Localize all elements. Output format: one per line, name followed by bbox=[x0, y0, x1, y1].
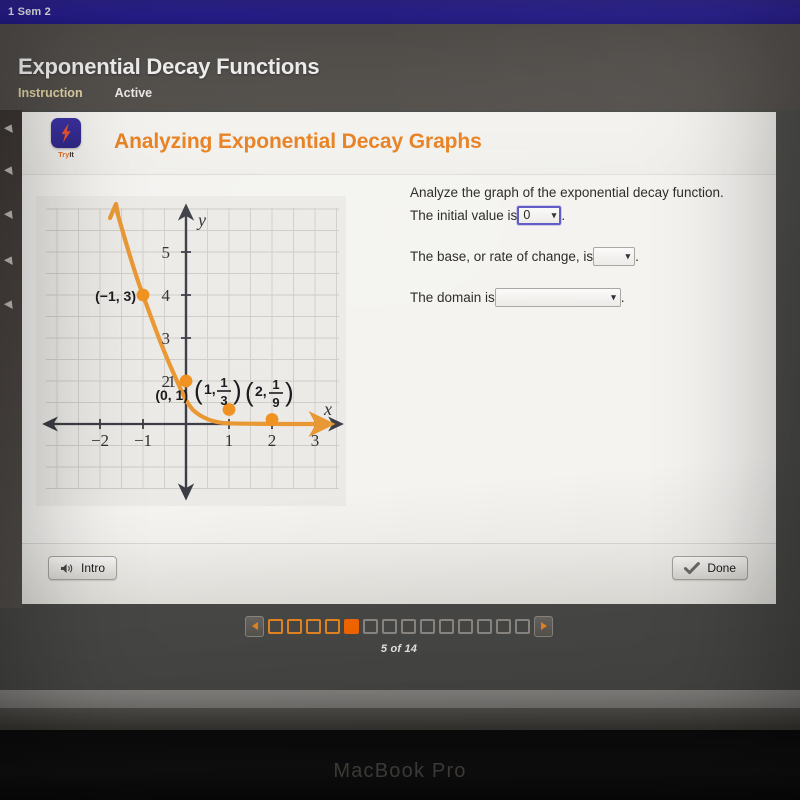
page-header: Exponential Decay Functions Instruction … bbox=[0, 24, 800, 110]
question-panel: Analyze the graph of the exponential dec… bbox=[410, 184, 760, 311]
triangle-right-icon bbox=[540, 622, 547, 630]
y-tick-label: 5 bbox=[162, 243, 171, 262]
pager-step-12[interactable] bbox=[477, 618, 492, 634]
pager-step-2[interactable] bbox=[287, 618, 302, 634]
chevron-down-icon: ▾ bbox=[625, 251, 631, 262]
domain-label: The domain is bbox=[410, 289, 495, 305]
svg-text:2,: 2, bbox=[255, 383, 267, 399]
laptop-bezel-edge bbox=[0, 690, 800, 708]
pager-count-label: 5 of 14 bbox=[380, 642, 418, 655]
try-it-word-it: It bbox=[69, 150, 74, 159]
initial-value-period: . bbox=[561, 207, 566, 223]
exponential-decay-graph: 5 4 3 2 1 1 −2 −1 1 2 3 bbox=[36, 196, 346, 506]
data-point bbox=[265, 413, 279, 426]
svg-text:1,: 1, bbox=[204, 381, 216, 397]
sidebar-arrow-icon bbox=[3, 122, 17, 133]
initial-value-selected: 0 bbox=[523, 208, 531, 223]
question-initial-value: The initial value is 0 ▾ . bbox=[410, 206, 760, 226]
data-point bbox=[136, 288, 150, 302]
header-tabs: Instruction Active bbox=[18, 86, 152, 100]
initial-value-label: The initial value is bbox=[410, 207, 518, 223]
checkmark-icon bbox=[684, 561, 701, 575]
device-brand-label: MacBook Pro bbox=[333, 760, 467, 782]
x-tick-label: −2 bbox=[91, 431, 109, 450]
base-dropdown[interactable]: ▾ bbox=[593, 247, 636, 267]
domain-dropdown[interactable]: ▾ bbox=[494, 288, 621, 308]
svg-text:): ) bbox=[285, 377, 294, 407]
pager-step-9[interactable] bbox=[420, 618, 435, 634]
pager-step-14[interactable] bbox=[515, 618, 530, 634]
intro-button[interactable]: Intro bbox=[48, 556, 118, 580]
pager-step-10[interactable] bbox=[439, 618, 454, 634]
pager-next-button[interactable] bbox=[534, 615, 553, 637]
intro-button-label: Intro bbox=[81, 561, 106, 575]
card-header: TryIt Analyzing Exponential Decay Graphs bbox=[22, 112, 776, 175]
pager-step-11[interactable] bbox=[458, 618, 473, 634]
y-tick-label: 4 bbox=[162, 286, 171, 305]
photograph-of-laptop-screen: 1 Sem 2 Exponential Decay Functions Inst… bbox=[0, 0, 800, 800]
left-sidebar-strip[interactable] bbox=[0, 110, 22, 608]
browser-tab-bar[interactable]: 1 Sem 2 bbox=[0, 0, 800, 24]
laptop-hinge-lip bbox=[0, 708, 800, 730]
pager-step-3[interactable] bbox=[306, 618, 321, 634]
chevron-down-icon: ▾ bbox=[611, 292, 616, 303]
sidebar-arrow-icon bbox=[3, 298, 17, 309]
svg-text:1: 1 bbox=[272, 377, 279, 392]
svg-text:(: ( bbox=[194, 375, 203, 405]
x-tick-label: 1 bbox=[225, 431, 234, 450]
x-tick-label: −1 bbox=[134, 431, 152, 450]
domain-period: . bbox=[620, 289, 625, 305]
data-point bbox=[179, 374, 193, 388]
tab-active[interactable]: Active bbox=[115, 86, 153, 100]
initial-value-dropdown[interactable]: 0 ▾ bbox=[517, 206, 562, 226]
lesson-card: TryIt Analyzing Exponential Decay Graphs bbox=[22, 112, 776, 604]
laptop-screen: 1 Sem 2 Exponential Decay Functions Inst… bbox=[0, 0, 800, 690]
pager-step-5[interactable] bbox=[344, 618, 359, 634]
y-axis-label: y bbox=[196, 210, 206, 230]
speaker-icon bbox=[60, 562, 74, 575]
point-label-0-1: (0, 1) bbox=[155, 387, 188, 403]
y-tick-label: 3 bbox=[162, 329, 171, 348]
pager-controls bbox=[245, 615, 553, 637]
done-button[interactable]: Done bbox=[672, 556, 748, 580]
browser-tab-title: 1 Sem 2 bbox=[8, 6, 51, 18]
pager-step-1[interactable] bbox=[268, 618, 283, 634]
svg-text:1: 1 bbox=[220, 375, 227, 390]
base-label: The base, or rate of change, is bbox=[410, 248, 594, 264]
sidebar-arrow-icon bbox=[3, 164, 17, 175]
try-it-label: TryIt bbox=[44, 150, 88, 159]
done-button-label: Done bbox=[707, 561, 736, 575]
svg-text:): ) bbox=[233, 375, 242, 405]
base-period: . bbox=[635, 248, 639, 264]
svg-text:3: 3 bbox=[220, 393, 227, 408]
card-footer: Intro Done bbox=[22, 543, 776, 604]
x-tick-label: 2 bbox=[268, 431, 277, 450]
svg-text:(: ( bbox=[245, 377, 254, 407]
tab-instruction[interactable]: Instruction bbox=[18, 86, 83, 100]
chevron-down-icon: ▾ bbox=[551, 210, 557, 221]
pager-step-13[interactable] bbox=[496, 618, 511, 634]
slide-pager: 5 of 14 bbox=[22, 604, 776, 666]
x-axis-label: x bbox=[323, 399, 332, 419]
page-title: Exponential Decay Functions bbox=[18, 54, 320, 79]
triangle-left-icon bbox=[251, 622, 258, 630]
svg-text:9: 9 bbox=[272, 395, 279, 410]
question-prompt: Analyze the graph of the exponential dec… bbox=[410, 184, 760, 202]
x-tick-label: 3 bbox=[311, 431, 320, 450]
pager-step-7[interactable] bbox=[382, 618, 397, 634]
pager-step-8[interactable] bbox=[401, 618, 416, 634]
try-it-word-try: Try bbox=[58, 150, 70, 159]
pager-step-4[interactable] bbox=[325, 618, 340, 634]
pager-prev-button[interactable] bbox=[245, 615, 264, 637]
question-prompt-text: Analyze the graph of the exponential dec… bbox=[410, 185, 724, 200]
question-domain: The domain is ▾ . bbox=[410, 288, 760, 308]
pager-step-6[interactable] bbox=[363, 618, 378, 634]
point-label-minus1-3: (−1, 3) bbox=[95, 288, 136, 304]
lightning-bolt-icon bbox=[51, 118, 81, 148]
try-it-badge: TryIt bbox=[44, 118, 88, 159]
question-base: The base, or rate of change, is ▾ . bbox=[410, 247, 760, 267]
sidebar-arrow-icon bbox=[3, 254, 17, 265]
card-title: Analyzing Exponential Decay Graphs bbox=[114, 130, 482, 153]
sidebar-arrow-icon bbox=[3, 208, 17, 219]
